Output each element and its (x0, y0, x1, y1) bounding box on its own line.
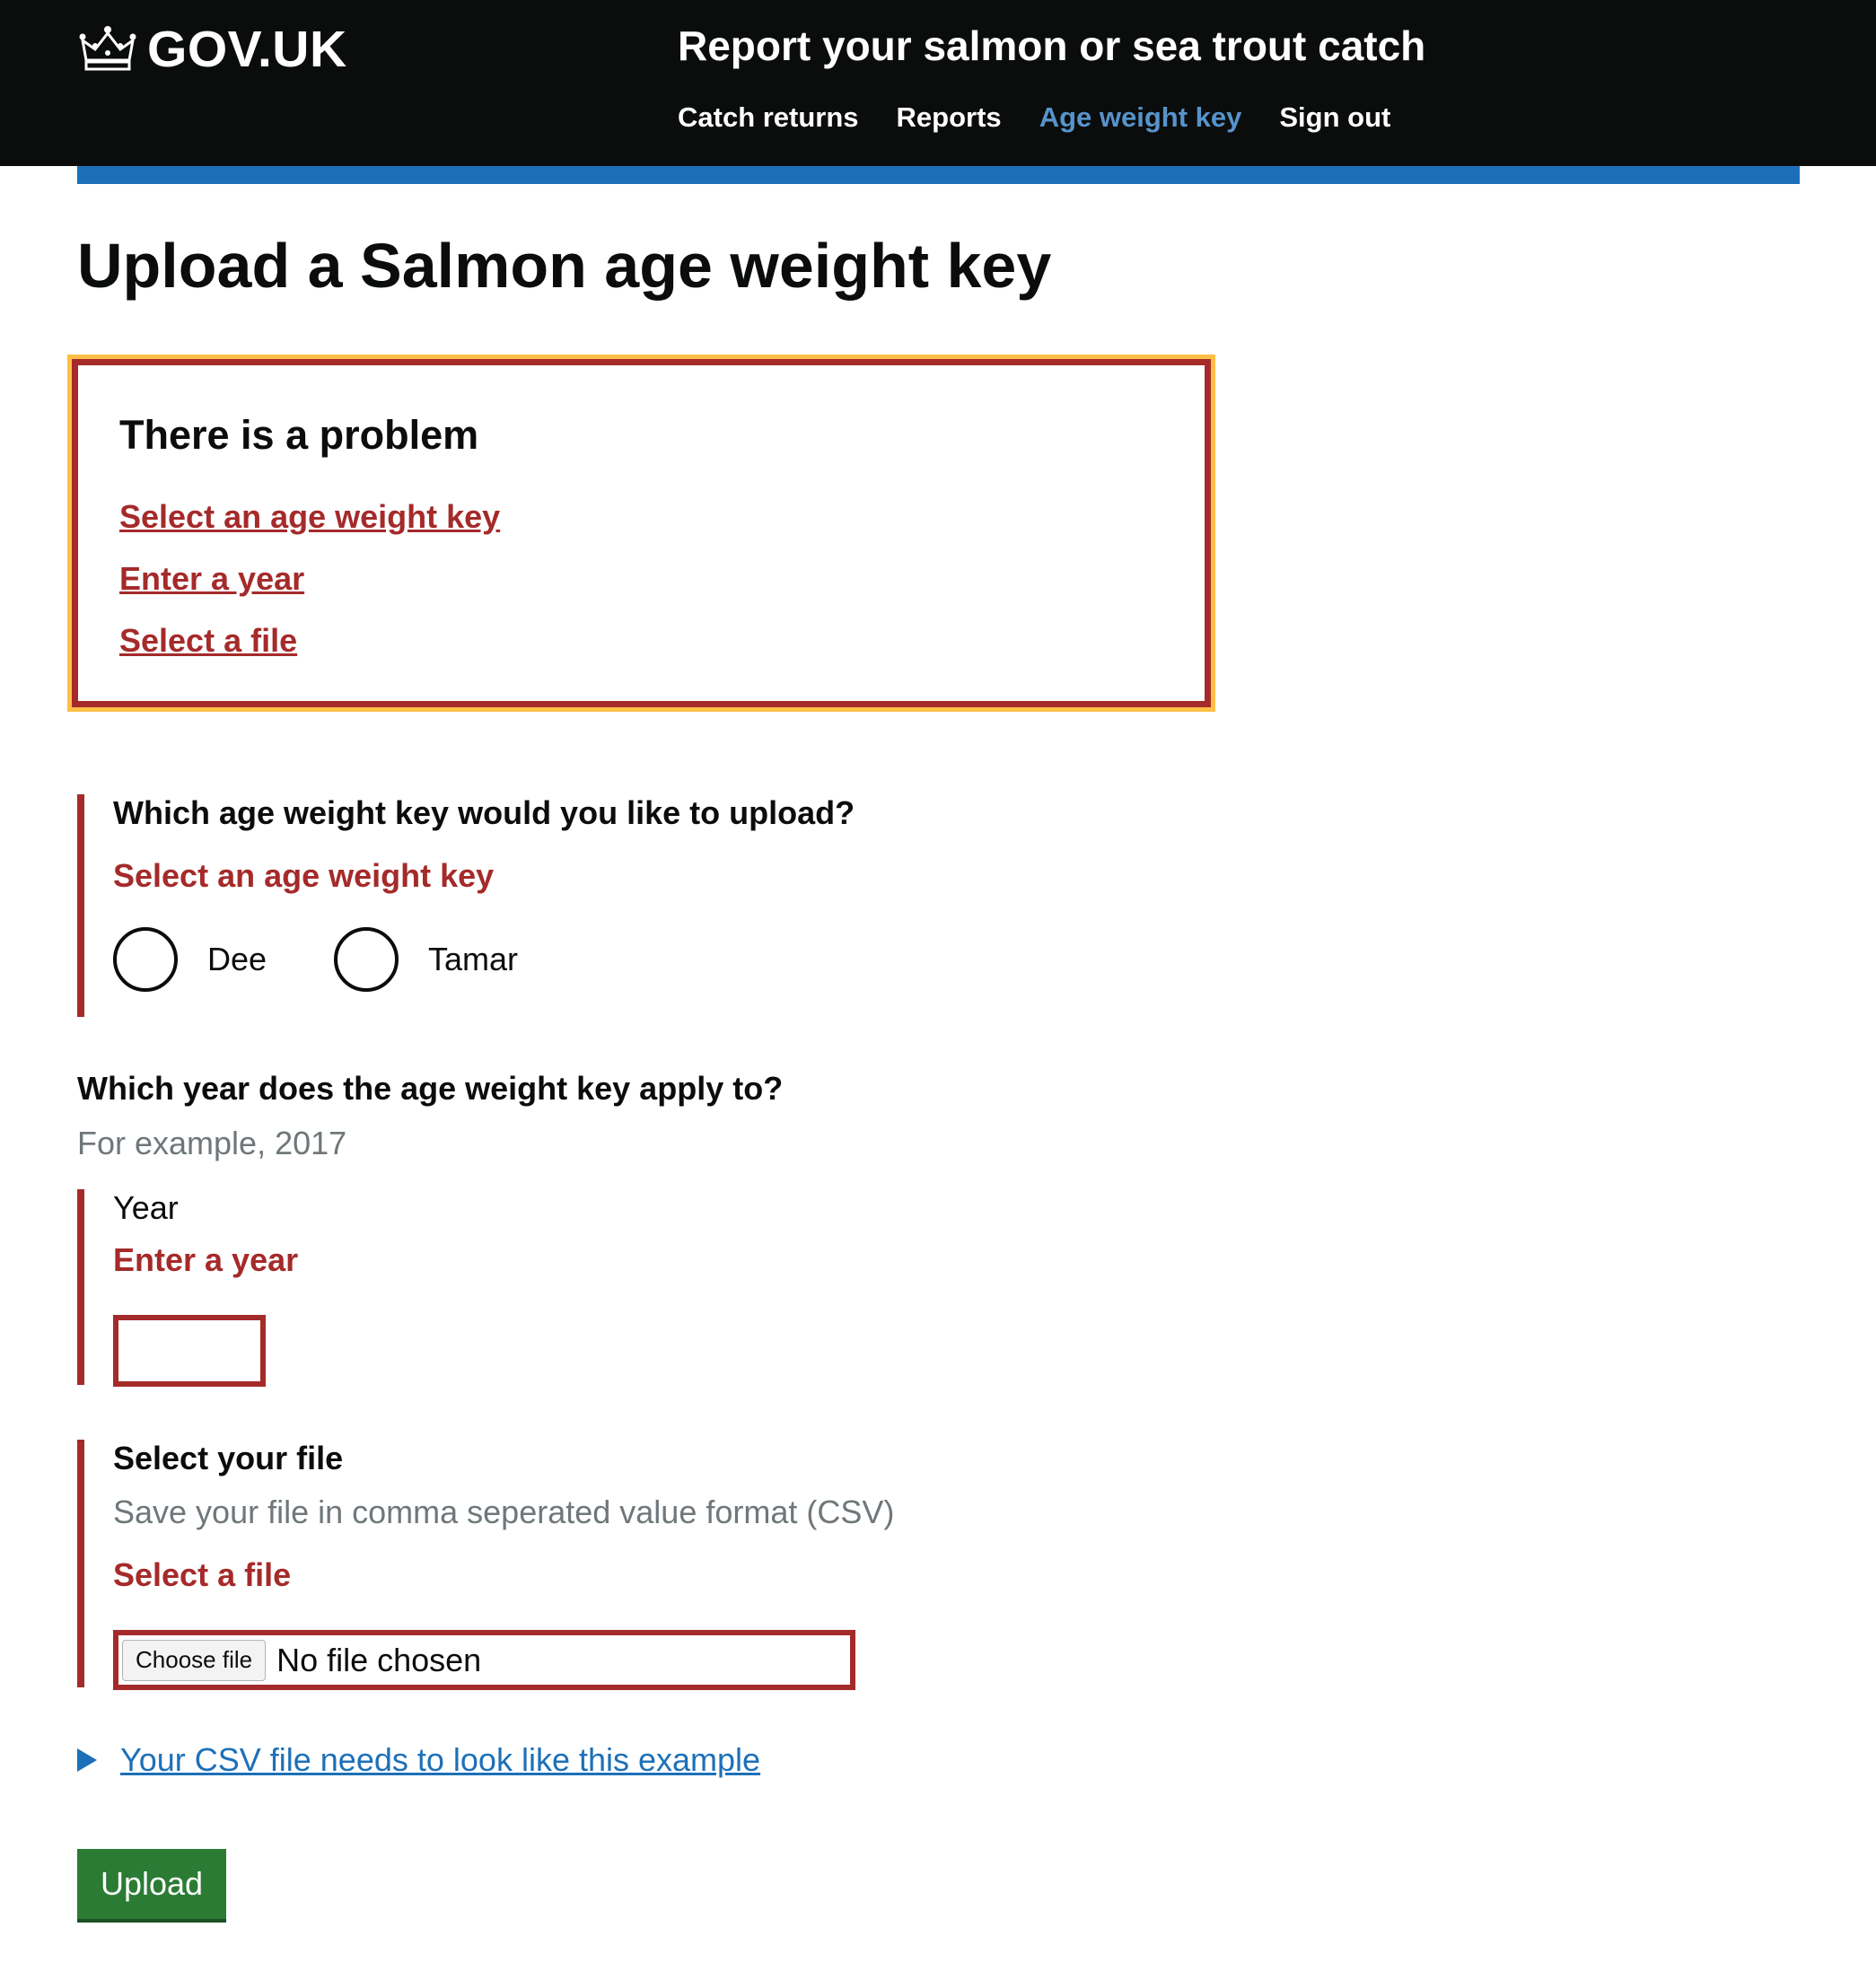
year-error: Enter a year (113, 1241, 299, 1278)
age-weight-key-question: Which age weight key would you like to u… (113, 794, 855, 831)
csv-example-details[interactable]: Your CSV file needs to look like this ex… (77, 1741, 760, 1779)
radio-label-dee: Dee (207, 941, 267, 977)
csv-example-summary-link[interactable]: Your CSV file needs to look like this ex… (120, 1741, 760, 1779)
main-navigation: Catch returns Reports Age weight key Sig… (678, 101, 1390, 134)
upload-button[interactable]: Upload (77, 1849, 226, 1919)
file-input[interactable]: Choose file No file chosen (113, 1630, 855, 1690)
year-hint: For example, 2017 (77, 1125, 347, 1161)
error-summary-list: Select an age weight key Enter a year Se… (119, 498, 500, 684)
nav-sign-out[interactable]: Sign out (1279, 101, 1390, 134)
year-question: Which year does the age weight key apply… (77, 1070, 784, 1107)
age-weight-key-error: Select an age weight key (113, 857, 495, 894)
choose-file-button[interactable]: Choose file (122, 1639, 267, 1681)
govuk-logo[interactable]: GOV.UK (77, 20, 347, 79)
radio-option-dee[interactable]: Dee (113, 927, 267, 992)
error-link-file[interactable]: Select a file (119, 622, 297, 659)
logo-text: GOV.UK (147, 21, 347, 78)
radio-tamar[interactable] (334, 927, 399, 992)
header-blue-bar (77, 166, 1800, 184)
age-weight-key-fieldset: Which age weight key would you like to u… (77, 794, 982, 1017)
disclosure-triangle-icon[interactable] (77, 1748, 97, 1772)
year-form-group: Year Enter a year (77, 1189, 623, 1387)
file-question: Select your file (113, 1440, 344, 1476)
year-label: Year (113, 1189, 179, 1226)
page-title: Upload a Salmon age weight key (77, 231, 1052, 301)
error-summary-item: Select an age weight key (119, 498, 500, 543)
nav-age-weight-key[interactable]: Age weight key (1039, 101, 1242, 134)
file-error: Select a file (113, 1556, 292, 1593)
service-name[interactable]: Report your salmon or sea trout catch (678, 22, 1425, 70)
file-form-group: Select your file Save your file in comma… (77, 1440, 1072, 1690)
site-header: GOV.UK Report your salmon or sea trout c… (0, 0, 1876, 166)
crown-icon (79, 26, 136, 71)
error-summary: There is a problem Select an age weight … (67, 355, 1215, 712)
error-link-age-weight-key[interactable]: Select an age weight key (119, 498, 500, 535)
error-summary-item: Enter a year (119, 560, 500, 605)
year-input[interactable] (113, 1315, 266, 1387)
error-summary-title: There is a problem (119, 412, 479, 458)
radio-label-tamar: Tamar (428, 941, 519, 977)
file-hint: Save your file in comma seperated value … (113, 1494, 895, 1530)
error-link-year[interactable]: Enter a year (119, 560, 304, 597)
nav-catch-returns[interactable]: Catch returns (678, 101, 859, 134)
file-status: No file chosen (276, 1641, 482, 1678)
radio-dee[interactable] (113, 927, 178, 992)
nav-reports[interactable]: Reports (897, 101, 1002, 134)
error-summary-item: Select a file (119, 622, 500, 667)
radio-option-tamar[interactable]: Tamar (334, 927, 518, 992)
